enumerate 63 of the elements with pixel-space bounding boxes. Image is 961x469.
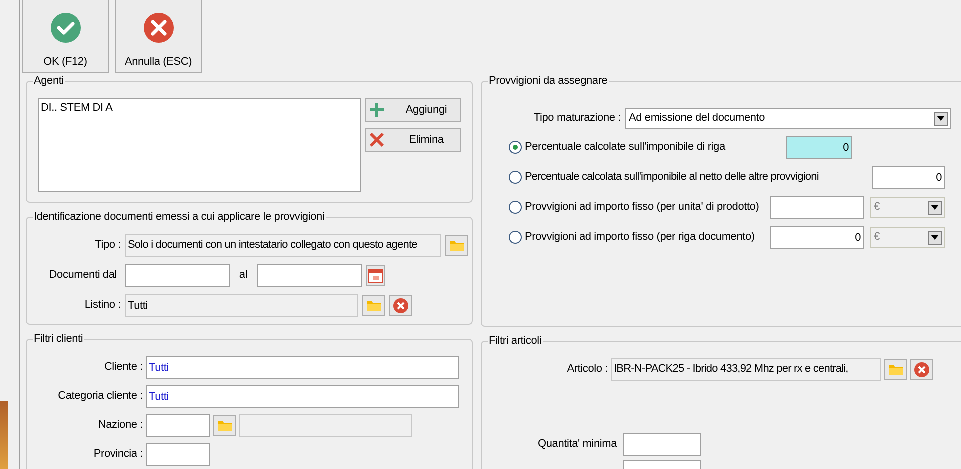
price-list-field[interactable]: Tutti <box>125 294 358 317</box>
radio-button[interactable] <box>509 201 522 214</box>
add-button[interactable]: Aggiungi <box>365 98 461 122</box>
close-icon <box>142 12 174 44</box>
cancel-button[interactable]: Annulla (ESC) <box>115 0 202 73</box>
browse-button[interactable] <box>213 415 236 436</box>
field-label: Tipo : <box>94 238 121 254</box>
field-label: al <box>238 268 249 284</box>
field-label: Cliente : <box>103 360 143 376</box>
article-field[interactable]: IBR-N-PACK25 - Ibrido 433,92 Mhz per rx e centrali, <box>611 358 881 381</box>
amount-field[interactable]: 0 <box>872 166 945 189</box>
option-label[interactable]: Provvigioni ad importo fisso (per unita' di prodotto) <box>525 199 770 216</box>
quantity-field[interactable] <box>623 433 701 456</box>
group-title: Agenti <box>33 74 65 88</box>
browse-button[interactable] <box>445 235 468 256</box>
option-label[interactable]: Provvigioni ad importo fisso (per riga documento) <box>525 229 770 246</box>
option-label[interactable]: Percentuale calcolate sull'imponibile di riga <box>525 139 786 156</box>
country-field[interactable] <box>146 414 210 437</box>
group-title: Provvigioni da assegnare <box>488 74 609 88</box>
province-field[interactable] <box>146 443 210 466</box>
field-label: Articolo : <box>566 362 608 378</box>
plus-icon <box>369 102 385 118</box>
radio-button[interactable] <box>509 141 522 154</box>
group-title: Identificazione documenti emessi a cui applicare le provvigioni <box>33 210 326 224</box>
browse-button[interactable] <box>884 359 907 380</box>
field-label: Nazione : <box>97 418 143 434</box>
agent-list-item[interactable]: DI.. STEM DI A <box>41 101 358 115</box>
amount-field[interactable]: 0 <box>786 136 852 159</box>
browse-button[interactable] <box>362 295 385 316</box>
field-label: Documenti dal <box>48 268 118 284</box>
amount-field[interactable] <box>770 196 864 219</box>
field-label: Quantita' minima <box>537 437 617 452</box>
clear-button[interactable] <box>389 295 412 316</box>
option-label[interactable]: Percentuale calcolata sull'imponibile al netto delle altre provvigioni <box>525 169 872 186</box>
type-field[interactable]: Solo i documenti con un intestatario collegato con questo agente <box>125 234 441 257</box>
amount-field[interactable]: 0 <box>770 226 864 249</box>
folder-icon <box>216 419 232 432</box>
clear-icon <box>392 298 408 314</box>
wallpaper-fragment <box>0 401 8 469</box>
calendar-icon <box>368 268 384 284</box>
folder-icon <box>448 239 464 252</box>
field-label: Provincia : <box>92 447 143 462</box>
date-from-field[interactable] <box>125 264 230 287</box>
clear-button[interactable] <box>910 359 933 380</box>
country-name-field[interactable] <box>239 414 412 437</box>
field-label: Listino : <box>84 298 121 314</box>
checkmark-icon <box>50 12 82 44</box>
delete-button[interactable]: Elimina <box>365 128 461 152</box>
folder-icon <box>366 299 382 312</box>
radio-button[interactable] <box>509 171 522 184</box>
date-to-field[interactable] <box>257 264 362 287</box>
field-label: Categoria cliente : <box>57 389 143 404</box>
agent-list[interactable]: DI.. STEM DI A <box>38 98 361 192</box>
radio-button[interactable] <box>509 231 522 244</box>
client-filter-field[interactable]: Tutti <box>146 385 459 408</box>
clear-icon <box>914 362 930 378</box>
calendar-button[interactable] <box>366 265 385 286</box>
folder-icon <box>888 363 904 376</box>
cross-icon <box>369 132 385 148</box>
dropdown[interactable]: Ad emissione del documento <box>625 108 951 129</box>
ok-button[interactable]: OK (F12) <box>22 0 109 73</box>
client-filter-field[interactable]: Tutti <box>146 356 459 379</box>
field-label: Tipo maturazione : <box>532 111 621 126</box>
